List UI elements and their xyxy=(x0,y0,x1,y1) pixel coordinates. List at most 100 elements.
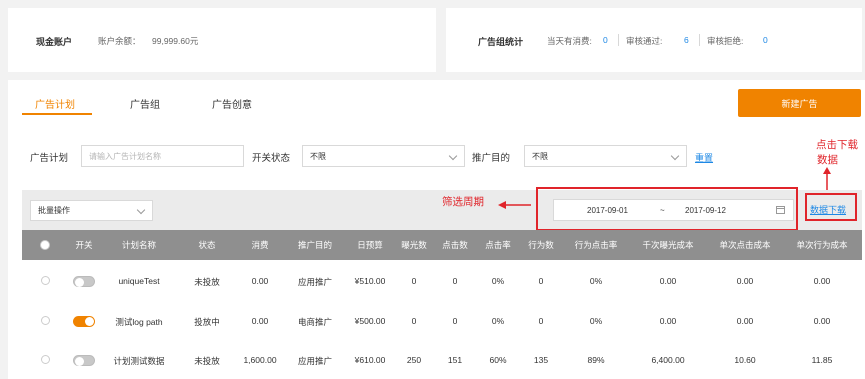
batch-action-select[interactable]: 批量操作 xyxy=(30,200,153,221)
table-cell: 151 xyxy=(447,355,463,365)
column-header: 千次曝光成本 xyxy=(642,240,694,250)
tab-ad-creative[interactable]: 广告创意 xyxy=(212,96,252,111)
divider xyxy=(618,34,619,46)
column-header: 计划名称 xyxy=(121,240,157,250)
table-cell: 0% xyxy=(589,316,603,326)
table-cell: 电商推广 xyxy=(297,317,333,327)
row-select-radio[interactable] xyxy=(41,316,50,325)
table-cell: 135 xyxy=(533,355,549,365)
table-cell: 0.00 xyxy=(251,276,269,286)
row-switch-toggle[interactable] xyxy=(73,276,95,287)
column-header: 曝光数 xyxy=(401,240,427,250)
table-cell: 应用推广 xyxy=(297,277,333,287)
column-header: 日预算 xyxy=(357,240,383,250)
table-cell: 0% xyxy=(491,276,505,286)
plan-name-link[interactable]: uniqueTest xyxy=(118,276,159,286)
annotation-data: 数据 xyxy=(817,154,838,166)
table-cell: 6,400.00 xyxy=(651,355,685,365)
annotation-left-arrow-icon xyxy=(498,201,531,209)
column-header: 消费 xyxy=(251,240,269,250)
table-cell: 11.85 xyxy=(811,355,833,365)
table-cell: 60% xyxy=(489,355,507,365)
column-header: 行为数 xyxy=(528,240,554,250)
data-download-link[interactable]: 数据下载 xyxy=(810,203,846,216)
column-header: 开关 xyxy=(75,240,93,250)
table-cell: 0.00 xyxy=(736,316,754,326)
stat-consumed-value[interactable]: 0 xyxy=(603,35,608,45)
table-cell: 0.00 xyxy=(659,276,677,286)
column-header: 单次行为成本 xyxy=(796,240,848,250)
row-select-radio[interactable] xyxy=(41,355,50,364)
plan-name-input[interactable]: 请输入广告计划名称 xyxy=(81,145,244,167)
table-cell: 10.60 xyxy=(734,355,756,365)
table-cell: 投放中 xyxy=(194,317,220,327)
stats-card: 广告组统计 当天有消费: 0 审核通过: 6 审核拒绝: 0 xyxy=(446,8,862,72)
table-cell: 0 xyxy=(538,276,544,286)
annotation-filter-period: 筛选周期 xyxy=(442,196,484,208)
toggle-knob xyxy=(75,357,84,366)
stat-consumed-label: 当天有消费: xyxy=(547,36,592,46)
column-header: 行为点击率 xyxy=(574,240,618,250)
plan-filter-label: 广告计划 xyxy=(30,153,69,164)
select-all-radio[interactable] xyxy=(40,240,50,250)
account-card: 现金账户 账户余额： 99,999.60元 xyxy=(8,8,436,72)
calendar-icon xyxy=(776,206,785,214)
column-header: 状态 xyxy=(198,240,216,250)
table-cell: 0 xyxy=(538,316,544,326)
date-start: 2017-09-01 xyxy=(587,206,628,215)
chevron-down-icon xyxy=(448,151,458,161)
date-range-picker[interactable]: 2017-09-01 ~ 2017-09-12 xyxy=(553,199,794,221)
plan-name-link[interactable]: 测试log path xyxy=(115,316,162,328)
stat-approved-label: 审核通过: xyxy=(626,36,663,46)
toggle-knob xyxy=(85,317,94,326)
new-ad-button[interactable]: 新建广告 xyxy=(738,89,861,117)
stats-title: 广告组统计 xyxy=(478,37,524,47)
date-end: 2017-09-12 xyxy=(685,206,726,215)
plan-name-link[interactable]: 计划测试数据 xyxy=(113,355,164,367)
column-header: 点击数 xyxy=(442,240,468,250)
date-separator: ~ xyxy=(660,206,665,215)
stat-rejected-label: 审核拒绝: xyxy=(707,36,744,46)
row-select-radio[interactable] xyxy=(41,276,50,285)
divider xyxy=(699,34,700,46)
table-cell: ¥510.00 xyxy=(354,276,386,286)
tab-ad-group[interactable]: 广告组 xyxy=(130,96,160,111)
toggle-knob xyxy=(75,278,84,287)
table-cell: 未投放 xyxy=(194,277,220,287)
table-cell: 0.00 xyxy=(251,316,269,326)
row-switch-toggle[interactable] xyxy=(73,355,95,366)
table-cell: 0 xyxy=(411,276,417,286)
switch-filter-label: 开关状态 xyxy=(252,153,291,164)
table-cell: ¥500.00 xyxy=(354,316,386,326)
table-cell: 0.00 xyxy=(813,276,831,286)
table-cell: 89% xyxy=(587,355,605,365)
account-title: 现金账户 xyxy=(36,37,73,47)
table-cell: 0 xyxy=(452,276,458,286)
reset-link[interactable]: 重置 xyxy=(695,151,713,164)
switch-status-value: 不限 xyxy=(310,151,326,161)
table-cell: 250 xyxy=(406,355,422,365)
chevron-down-icon xyxy=(670,151,680,161)
table-cell: 1,600.00 xyxy=(243,355,277,365)
balance-value: 99,999.60元 xyxy=(152,36,199,46)
purpose-filter-label: 推广目的 xyxy=(472,153,511,164)
purpose-select[interactable]: 不限 xyxy=(524,145,687,167)
stat-rejected-value[interactable]: 0 xyxy=(763,35,768,45)
table-row: 测试log path 投放中 0.00 电商推广 ¥500.00 0 0 0% … xyxy=(22,300,862,340)
stat-approved-value[interactable]: 6 xyxy=(684,35,689,45)
table-cell: 0% xyxy=(589,276,603,286)
table-cell: ¥610.00 xyxy=(354,355,386,365)
table-cell: 0% xyxy=(491,316,505,326)
row-switch-toggle[interactable] xyxy=(73,316,95,327)
column-header: 推广目的 xyxy=(297,240,333,250)
table-cell: 0.00 xyxy=(736,276,754,286)
table-cell: 0.00 xyxy=(813,316,831,326)
purpose-value: 不限 xyxy=(532,151,548,161)
annotation-click-download: 点击下载 xyxy=(816,139,858,151)
tab-ad-plan[interactable]: 广告计划 xyxy=(35,96,75,111)
switch-status-select[interactable]: 不限 xyxy=(302,145,465,167)
table-cell: 0 xyxy=(411,316,417,326)
chevron-down-icon xyxy=(136,205,146,215)
table-cell: 未投放 xyxy=(194,356,220,366)
balance-label: 账户余额： xyxy=(98,36,141,46)
